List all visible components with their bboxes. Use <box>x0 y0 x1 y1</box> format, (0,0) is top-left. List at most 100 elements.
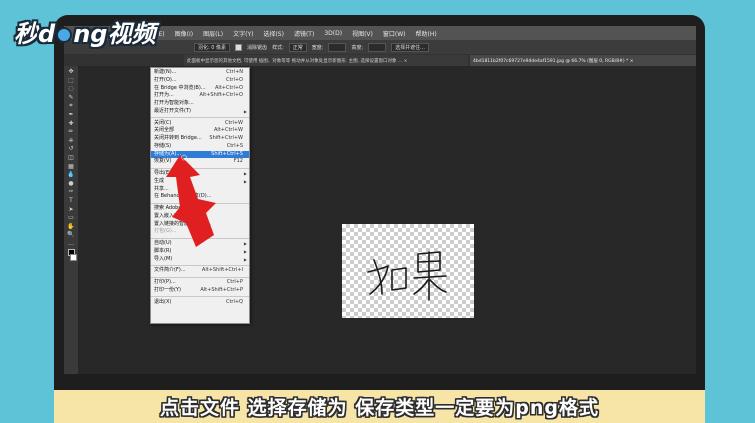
brand-logo-circle <box>56 26 73 43</box>
file-menu-item-label: 在 Bridge 中浏览(B)... <box>154 84 206 91</box>
pen-icon[interactable]: ✑ <box>67 189 75 195</box>
file-menu-item-shortcut: Alt+Ctrl+O <box>215 84 243 91</box>
marquee-icon[interactable]: ⬚ <box>67 77 75 84</box>
file-menu-item[interactable]: 打开(O)... Ctrl+O <box>151 77 249 85</box>
file-menu-item-label: 存储(S) <box>154 142 172 149</box>
height-field[interactable] <box>368 42 387 52</box>
file-menu-item-label: 关闭(C) <box>154 119 172 126</box>
photoshop-window: 文件(F) 编辑(E) 图像(I) 图层(L) 文字(Y) 选择(S) 滤镜(T) 3D(D)… <box>64 26 696 374</box>
file-menu-item-label: 文件简介(F)... <box>154 267 186 274</box>
file-menu-item[interactable]: 文件简介(F)... Alt+Shift+Ctrl+I <box>151 267 249 275</box>
tab-active-document[interactable]: 4bd1811b2f07c69727e94de4af1591.jpg @ 66.… <box>470 55 696 66</box>
healing-icon[interactable]: ✚ <box>67 120 75 127</box>
subtitle-text: 点击文件 选择存储为 保存类型一定要为png格式 <box>160 397 599 419</box>
hand-icon[interactable]: ✋ <box>67 223 75 230</box>
select-mask-button[interactable]: 选择并遮住... <box>391 42 429 52</box>
menu-item-8[interactable]: 视图(V) <box>352 29 373 38</box>
file-menu-item[interactable]: 打印(P)... Ctrl+P <box>151 279 249 287</box>
menu-item-9[interactable]: 窗口(W) <box>383 29 406 38</box>
menu-item-10[interactable]: 帮助(H) <box>416 29 437 38</box>
menu-item-4[interactable]: 文字(Y) <box>233 29 253 38</box>
background-color-swatch[interactable] <box>69 254 77 262</box>
subtitle-caption: 点击文件 选择存储为 保存类型一定要为png格式 <box>54 390 705 423</box>
quick-select-icon[interactable]: ✎ <box>67 94 75 101</box>
file-menu-item[interactable]: 导入(M) ▶ <box>151 256 249 264</box>
file-menu-item[interactable]: 打印一份(Y) Alt+Shift+Ctrl+P <box>151 287 249 295</box>
tools-panel: ✥ ⬚ ◌ ✎ ⌗ ✒ ✚ ✏ ⎈ ↺ ◫ ▦ 💧 ● ✑ T ➤ ▭ ✋ 🔍 … <box>64 66 78 374</box>
submenu-arrow-icon: ▶ <box>243 248 247 254</box>
file-menu-item-label: 最近打开文件(T) <box>154 107 191 114</box>
feather-field[interactable]: 羽化: 0 像素 <box>194 42 231 52</box>
tab-hint[interactable]: 此面板中显示您的其他文档, 可使用 插图、对象等等 拖动并从对象处显示新图形. … <box>184 55 468 66</box>
menu-separator <box>151 296 249 297</box>
file-menu-item-shortcut: Ctrl+W <box>224 119 243 126</box>
menu-separator <box>151 264 249 266</box>
menu-separator <box>151 276 249 278</box>
file-menu-item[interactable]: 新建(N)... Ctrl+N <box>151 69 249 77</box>
file-menu-item-label: 打开为... <box>154 92 174 99</box>
eyedropper-icon[interactable]: ✒ <box>67 111 75 118</box>
file-menu-item-shortcut: Ctrl+N <box>226 69 243 75</box>
file-menu-item-shortcut: Alt+Ctrl+W <box>214 127 243 134</box>
width-label: 宽度: <box>311 44 324 51</box>
file-menu-item-label: 退出(X) <box>154 298 172 305</box>
file-menu-item[interactable]: 打开为智能对象... <box>151 100 249 108</box>
menu-item-6[interactable]: 滤镜(T) <box>294 29 314 38</box>
file-menu-item-shortcut: Ctrl+P <box>226 279 243 285</box>
file-menu-item-label: 打开(O)... <box>154 76 177 83</box>
move-icon[interactable]: ✥ <box>67 69 75 75</box>
antialias-checkbox[interactable] <box>235 43 243 51</box>
document-canvas[interactable] <box>342 224 474 318</box>
eraser-icon[interactable]: ◫ <box>67 154 75 161</box>
file-menu-item-label: 新建(N)... <box>154 69 177 75</box>
dodge-icon[interactable]: ● <box>67 180 75 187</box>
zoom-icon[interactable]: 🔍 <box>67 232 75 238</box>
document-tab-bar: 此面板中显示您的其他文档, 可使用 插图、对象等等 拖动并从对象处显示新图形. … <box>64 54 696 66</box>
height-label: 高度: <box>351 44 364 51</box>
file-menu-item-shortcut: Alt+Shift+Ctrl+P <box>200 286 243 293</box>
lasso-icon[interactable]: ◌ <box>67 86 75 92</box>
file-menu-item[interactable]: 退出(X) Ctrl+Q <box>151 299 249 307</box>
file-menu-item-label: 打印一份(Y) <box>154 286 181 293</box>
file-menu-item[interactable]: 关闭全部 Alt+Ctrl+W <box>151 127 249 135</box>
file-menu-item[interactable]: 关闭并转到 Bridge... Shift+Ctrl+W <box>151 135 249 143</box>
red-arrow-annotation <box>166 155 216 247</box>
submenu-arrow-icon: ▶ <box>243 256 247 262</box>
menu-item-5[interactable]: 选择(S) <box>263 29 284 38</box>
history-brush-icon[interactable]: ↺ <box>67 146 75 152</box>
brush-icon[interactable]: ✏ <box>67 129 75 135</box>
style-select[interactable]: 正常 <box>288 42 307 52</box>
file-menu-item-label: 打开为智能对象... <box>154 100 194 106</box>
more-icon[interactable]: … <box>67 240 75 247</box>
file-menu-item[interactable]: 存储(S) Ctrl+S <box>151 143 249 151</box>
file-menu-item-shortcut: Ctrl+S <box>226 142 243 149</box>
menu-item-3[interactable]: 图层(L) <box>203 29 223 38</box>
file-menu-item[interactable]: 打开为... Alt+Shift+Ctrl+O <box>151 92 249 100</box>
menu-item-7[interactable]: 3D(D) <box>324 30 342 37</box>
shape-icon[interactable]: ▭ <box>67 215 75 221</box>
file-menu-item-label: 关闭全部 <box>154 127 175 134</box>
file-menu-item[interactable]: 最近打开文件(T) ▶ <box>151 108 249 116</box>
file-menu-item-shortcut: Ctrl+O <box>225 76 243 83</box>
mouse-cursor-icon: ⬠ <box>181 154 188 162</box>
stamp-icon[interactable]: ⎈ <box>67 137 75 144</box>
gradient-icon[interactable]: ▦ <box>67 163 75 170</box>
options-bar: 羽化: 0 像素 消除锯齿 样式: 正常 宽度: 高度: 选择并遮住... <box>64 40 696 54</box>
width-field[interactable] <box>328 42 347 52</box>
submenu-arrow-icon: ▶ <box>243 108 247 114</box>
file-menu-item-shortcut: Alt+Shift+Ctrl+O <box>199 92 243 99</box>
type-icon[interactable]: T <box>67 197 75 204</box>
path-select-icon[interactable]: ➤ <box>67 206 75 213</box>
file-menu-item-shortcut: Alt+Shift+Ctrl+I <box>201 267 243 274</box>
file-menu-item-label: 关闭并转到 Bridge... <box>154 135 202 141</box>
crop-icon[interactable]: ⌗ <box>67 103 75 109</box>
file-menu-item-shortcut: Ctrl+Q <box>225 298 243 305</box>
blur-icon[interactable]: 💧 <box>67 172 75 178</box>
menu-separator <box>151 117 249 118</box>
file-menu-item-shortcut: Shift+Ctrl+W <box>209 135 243 141</box>
menu-item-2[interactable]: 图像(I) <box>175 29 193 38</box>
antialias-label: 消除锯齿 <box>247 44 268 51</box>
submenu-arrow-icon: ▶ <box>243 171 247 176</box>
handwriting-image <box>367 251 447 301</box>
brand-logo-text: 秒d ng视频 <box>14 19 156 48</box>
